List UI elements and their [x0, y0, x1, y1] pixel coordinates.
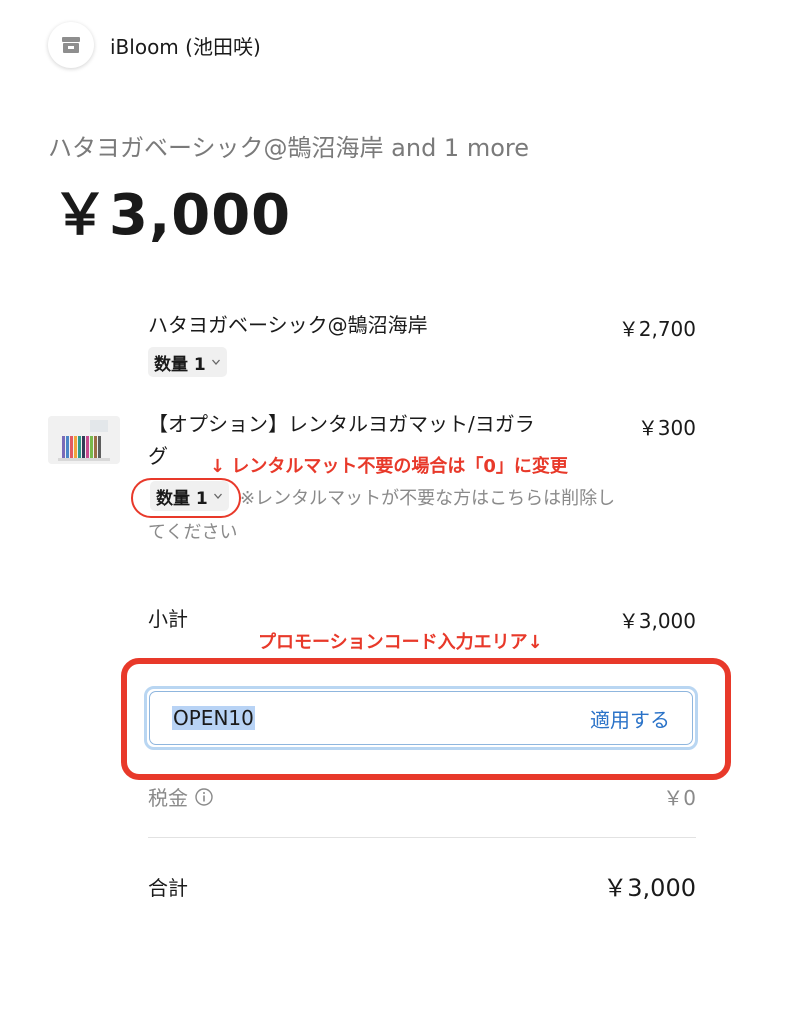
tax-row-label: 税金 — [148, 782, 214, 811]
store-icon — [48, 22, 94, 68]
line-item-price: ￥2,700 — [618, 317, 696, 341]
merchant-header[interactable]: iBloom (池田咲) — [48, 22, 261, 68]
tax-label: 税金 — [148, 786, 188, 810]
item-note-continued: てください — [148, 522, 238, 543]
quantity-label: 数量 1 — [154, 354, 206, 375]
total-value: ￥3,000 — [603, 874, 696, 902]
divider — [148, 837, 696, 838]
line-item-name-line1: 【オプション】レンタルヨガマット/ヨガラ — [148, 412, 535, 436]
promo-code-inner: OPEN10 適用する — [149, 691, 693, 745]
quantity-highlight-circle — [131, 478, 241, 518]
line-item-price: ￥300 — [637, 416, 696, 440]
product-thumbnail — [48, 416, 120, 464]
promo-code-input[interactable]: OPEN10 — [172, 706, 255, 730]
subtotal-label: 小計 — [148, 607, 188, 631]
line-item-name: ハタヨガベーシック@鵠沼海岸 — [148, 313, 428, 337]
apply-promo-button[interactable]: 適用する — [590, 704, 670, 733]
merchant-name: iBloom (池田咲) — [110, 34, 261, 59]
promo-annotation: プロモーションコード入力エリア↓ — [258, 632, 543, 653]
mat-annotation: ↓ レンタルマット不要の場合は「0」に変更 — [210, 456, 568, 477]
chevron-down-icon — [211, 359, 220, 365]
order-total-amount: ￥3,000 — [52, 183, 292, 248]
checkout-summary-page: iBloom (池田咲) ハタヨガベーシック@鵠沼海岸 and 1 more ￥… — [0, 0, 800, 1017]
item-note: ※レンタルマットが不要な方はこちらは削除し — [240, 488, 616, 509]
subtotal-value: ￥3,000 — [618, 609, 696, 633]
total-label: 合計 — [148, 876, 188, 900]
promo-code-field[interactable]: OPEN10 適用する — [144, 686, 698, 750]
quantity-selector[interactable]: 数量 1 — [148, 347, 227, 377]
order-summary-title: ハタヨガベーシック@鵠沼海岸 and 1 more — [48, 134, 529, 162]
info-icon[interactable] — [194, 787, 214, 807]
tax-value: ￥0 — [663, 786, 696, 810]
